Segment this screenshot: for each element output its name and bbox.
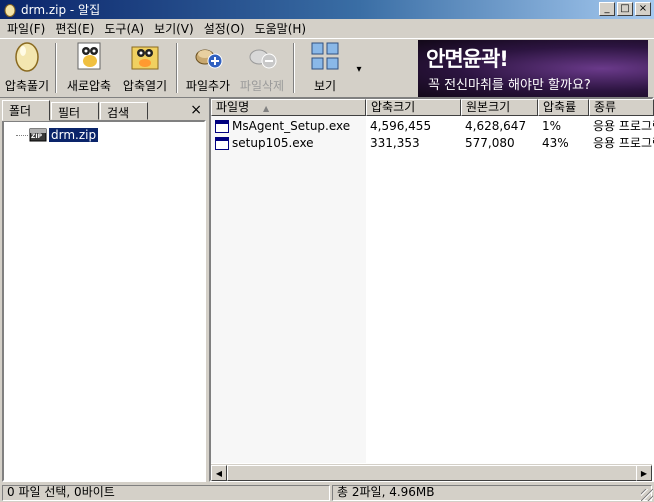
column-header-ratio[interactable]: 압축률: [538, 99, 589, 116]
column-header-name[interactable]: 파일명 ▲: [211, 99, 366, 116]
column-header-original[interactable]: 원본크기: [461, 99, 538, 116]
window-title: drm.zip - 알집: [21, 3, 101, 17]
status-total: 총 2파일, 4.96MB: [332, 485, 652, 501]
extract-button[interactable]: 압축풀기: [2, 41, 52, 97]
delete-file-button[interactable]: 파일삭제: [236, 41, 288, 97]
tab-search[interactable]: 검색: [100, 102, 148, 120]
compressed-size: 4,596,455: [370, 118, 432, 133]
compressed-size: 331,353: [370, 135, 420, 150]
menu-bar: 파일(F) 편집(E) 도구(A) 보기(V) 설정(O) 도움말(H): [0, 19, 654, 37]
new-archive-label: 새로압축: [66, 79, 112, 93]
resize-grip-icon[interactable]: [641, 489, 653, 501]
arrow-right-icon: ▶: [640, 468, 648, 478]
file-name-cell: MsAgent_Setup.exe: [211, 119, 366, 133]
exe-file-icon: [215, 119, 229, 133]
close-panel-icon[interactable]: ×: [190, 102, 202, 118]
horizontal-scrollbar[interactable]: ◀ ▶: [211, 464, 652, 481]
view-button[interactable]: 보기: [300, 41, 350, 97]
close-button[interactable]: ×: [635, 2, 651, 16]
open-archive-label: 압축열기: [122, 79, 168, 93]
compression-ratio: 43%: [542, 135, 569, 150]
table-row[interactable]: setup105.exe 331,353 577,080 43% 응용 프로그램: [211, 134, 654, 151]
menu-view[interactable]: 보기(V): [149, 20, 199, 37]
title-bar: drm.zip - 알집 _ □ ×: [0, 0, 654, 19]
new-archive-button[interactable]: 새로압축: [62, 41, 116, 97]
panel-tabs: 폴더 필터 검색 ×: [2, 100, 206, 121]
file-list: 파일명 ▲ 압축크기 원본크기 압축률 종류 MsAgent_Setup.exe…: [209, 97, 654, 482]
menu-tools[interactable]: 도구(A): [99, 20, 149, 37]
scrollbar-thumb[interactable]: [227, 465, 637, 481]
column-header-type[interactable]: 종류: [589, 99, 654, 116]
delete-file-label: 파일삭제: [239, 79, 285, 93]
original-size: 577,080: [465, 135, 515, 150]
menu-edit[interactable]: 편집(E): [50, 20, 99, 37]
file-type: 응용 프로그램: [593, 119, 654, 133]
folder-tree: ZIP drm.zip: [2, 120, 206, 482]
tree-connector: [16, 134, 28, 136]
zip-archive-icon: ZIP: [29, 127, 47, 143]
column-header-compressed[interactable]: 압축크기: [366, 99, 461, 116]
delete-file-icon: [245, 39, 279, 73]
alzip-app-icon: [3, 3, 17, 17]
tab-folder[interactable]: 폴더: [2, 100, 50, 121]
egg-icon: [10, 39, 44, 73]
add-file-button[interactable]: 파일추가: [182, 41, 234, 97]
menu-settings[interactable]: 설정(O): [199, 20, 250, 37]
toolbar-separator: [55, 43, 57, 93]
file-name-cell: setup105.exe: [211, 136, 366, 150]
ad-headline: 안면윤곽!: [426, 47, 509, 71]
menu-help[interactable]: 도움말(H): [250, 20, 312, 37]
sorted-column-highlight: [211, 116, 366, 463]
status-bar: 0 파일 선택, 0바이트 총 2파일, 4.96MB: [0, 484, 654, 502]
list-header: 파일명 ▲ 압축크기 원본크기 압축률 종류: [211, 99, 654, 116]
arrow-left-icon: ◀: [215, 468, 223, 478]
table-row[interactable]: MsAgent_Setup.exe 4,596,455 4,628,647 1%…: [211, 117, 654, 134]
open-archive-icon: [128, 39, 162, 73]
tab-filter[interactable]: 필터: [51, 102, 99, 120]
scroll-right-button[interactable]: ▶: [636, 465, 652, 481]
new-archive-icon: [72, 39, 106, 73]
file-name: setup105.exe: [232, 135, 314, 150]
sort-ascending-icon: ▲: [262, 104, 270, 113]
column-name-label: 파일명: [216, 100, 250, 114]
zip-icon-text: ZIP: [31, 133, 42, 140]
add-file-icon: [191, 39, 225, 73]
left-panel: 폴더 필터 검색 × ZIP drm.zip: [2, 100, 206, 482]
ad-banner[interactable]: 안면윤곽! 꼭 전신마취를 해야만 할까요?: [418, 40, 648, 97]
original-size: 4,628,647: [465, 118, 527, 133]
maximize-button[interactable]: □: [617, 2, 633, 16]
compression-ratio: 1%: [542, 118, 562, 133]
view-label: 보기: [313, 79, 337, 93]
toolbar-separator: [176, 43, 178, 93]
add-file-label: 파일추가: [185, 79, 231, 93]
minimize-button[interactable]: _: [599, 2, 615, 16]
chevron-down-icon: ▾: [356, 63, 362, 75]
scroll-left-button[interactable]: ◀: [211, 465, 227, 481]
toolbar-separator: [293, 43, 295, 93]
exe-file-icon: [215, 136, 229, 150]
file-type: 응용 프로그램: [593, 136, 654, 150]
file-rows: MsAgent_Setup.exe 4,596,455 4,628,647 1%…: [211, 117, 654, 151]
extract-label: 압축풀기: [4, 79, 50, 93]
menu-file[interactable]: 파일(F): [2, 20, 50, 37]
file-name: MsAgent_Setup.exe: [232, 118, 351, 133]
status-selection: 0 파일 선택, 0바이트: [2, 485, 330, 501]
tree-item-label: drm.zip: [49, 128, 99, 142]
view-grid-icon: [308, 39, 342, 73]
ad-subline: 꼭 전신마취를 해야만 할까요?: [428, 78, 591, 93]
open-archive-button[interactable]: 압축열기: [118, 41, 172, 97]
tree-item-drm-zip[interactable]: ZIP drm.zip: [16, 127, 99, 143]
view-dropdown-button[interactable]: ▾: [352, 41, 366, 97]
